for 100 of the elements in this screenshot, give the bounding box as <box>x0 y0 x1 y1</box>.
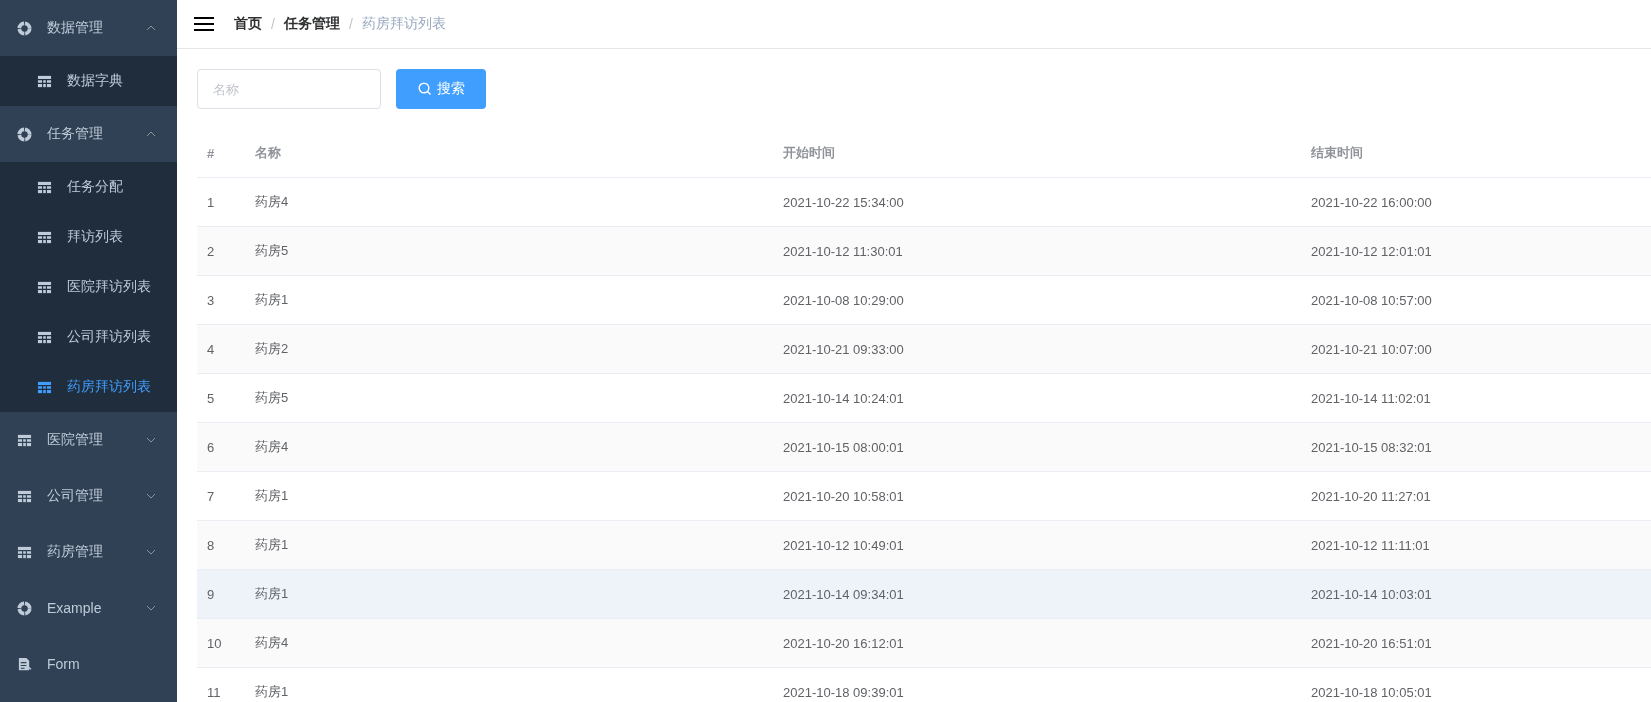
submenu-label: 任务分配 <box>67 178 123 196</box>
table-cell-text: 2021-10-12 11:30:01 <box>782 243 904 259</box>
menu-label: 药房管理 <box>47 543 104 561</box>
table-cell-text: 2021-10-14 10:24:01 <box>782 390 905 406</box>
submenu-item[interactable]: 药房拜访列表 <box>0 362 177 412</box>
table-cell-text: 2021-10-20 11:27:01 <box>1310 488 1432 504</box>
menu-group-item[interactable]: 公司管理 <box>0 468 177 524</box>
table-cell-text: 2021-10-18 09:39:01 <box>782 684 905 700</box>
table-cell-text: 2021-10-12 12:01:01 <box>1310 243 1433 259</box>
table-cell-text: 2021-10-14 10:03:01 <box>1310 586 1433 602</box>
submenu-label: 数据字典 <box>67 72 123 90</box>
menu-label: 任务管理 <box>47 125 104 143</box>
table-cell-text: 4 <box>206 341 216 357</box>
table-cell-text: 药房4 <box>254 438 290 456</box>
grid-icon <box>37 179 52 195</box>
name-input-field[interactable]: 名称 <box>197 69 381 109</box>
table-cell-text: 2021-10-08 10:29:00 <box>782 292 905 308</box>
menu-label: Example <box>47 600 103 616</box>
grid-icon <box>37 73 52 89</box>
table-cell-text: 药房2 <box>254 340 290 358</box>
submenu-item[interactable]: 医院拜访列表 <box>0 262 177 312</box>
ring-icon <box>17 126 32 142</box>
breadcrumb-separator: / <box>348 16 353 32</box>
grid-icon <box>37 379 52 395</box>
menu-group-item[interactable]: Example <box>0 580 177 636</box>
ring-icon <box>17 600 32 616</box>
menu-group-item[interactable]: 任务管理 <box>0 106 177 162</box>
column-header: 名称 <box>254 144 282 162</box>
table-cell-text: 5 <box>206 390 216 406</box>
grid-icon <box>17 488 32 504</box>
table-cell-text: 药房5 <box>254 389 290 407</box>
table-cell-text: 药房5 <box>254 242 290 260</box>
submenu-label: 医院拜访列表 <box>67 278 151 296</box>
column-header: 结束时间 <box>1310 144 1364 162</box>
breadcrumb-item[interactable]: 任务管理 <box>283 15 340 33</box>
table-cell-text: 2021-10-18 10:05:01 <box>1310 684 1433 700</box>
table-cell-text: 药房1 <box>254 683 290 701</box>
table-cell-text: 6 <box>206 439 216 455</box>
breadcrumb-separator: / <box>271 16 275 32</box>
menu-icon[interactable] <box>194 16 214 32</box>
table-cell-text: 药房4 <box>254 634 290 652</box>
submenu-item[interactable]: 数据字典 <box>0 56 177 106</box>
grid-icon <box>37 229 52 245</box>
table-cell-text: 药房1 <box>254 487 290 505</box>
ring-icon <box>17 20 32 36</box>
table-row[interactable]: 10 药房4 2021-10-20 16:12:01 2021-10-20 16:51:01 <box>197 619 1651 668</box>
table-cell-text: 药房1 <box>254 291 290 309</box>
column-header: 开始时间 <box>782 144 836 162</box>
menu-group-item[interactable]: 医院管理 <box>0 412 177 468</box>
column-header: # <box>206 145 216 161</box>
menu-label: Form <box>47 656 81 672</box>
table-row[interactable]: 9 药房1 2021-10-14 09:34:01 2021-10-14 10:03:01 <box>197 570 1651 619</box>
search-icon <box>417 82 432 96</box>
submenu-item[interactable]: 拜访列表 <box>0 212 177 262</box>
table-cell-text: 2021-10-12 10:49:01 <box>782 537 905 553</box>
menu-group-item[interactable]: Form <box>0 636 177 692</box>
table-cell-text: 7 <box>206 488 216 504</box>
table-cell-text: 2021-10-15 08:32:01 <box>1310 439 1433 455</box>
table-cell-text: 药房1 <box>254 536 290 554</box>
table-cell-text: 9 <box>206 586 216 602</box>
table-row[interactable]: 4 药房2 2021-10-21 09:33:00 2021-10-21 10:07:00 <box>197 325 1651 374</box>
table-cell-text: 8 <box>206 537 216 553</box>
table-cell-text: 2021-10-14 09:34:01 <box>782 586 905 602</box>
grid-icon <box>37 279 52 295</box>
submenu-label: 公司拜访列表 <box>67 328 151 346</box>
table-cell-text: 2021-10-21 10:07:00 <box>1310 341 1433 357</box>
table-cell-text: 药房4 <box>254 193 290 211</box>
table-cell-text: 2021-10-12 11:11:01 <box>1310 537 1431 553</box>
grid-icon <box>17 432 32 448</box>
table-row[interactable]: 2 药房5 2021-10-12 11:30:01 2021-10-12 12:01:01 <box>197 227 1651 276</box>
table-row[interactable]: 6 药房4 2021-10-15 08:00:01 2021-10-15 08:32:01 <box>197 423 1651 472</box>
menu-group-item[interactable]: 数据管理 <box>0 0 177 56</box>
table-cell-text: 药房1 <box>254 585 290 603</box>
table-cell-text: 2021-10-15 08:00:01 <box>782 439 905 455</box>
menu-label: 公司管理 <box>47 487 104 505</box>
table-cell-text: 2021-10-22 16:00:00 <box>1310 194 1433 210</box>
menu-label: 数据管理 <box>47 19 104 37</box>
table-cell-text: 2021-10-21 09:33:00 <box>782 341 905 357</box>
table-cell-text: 10 <box>206 635 223 651</box>
table-cell-text: 2021-10-20 16:51:01 <box>1310 635 1433 651</box>
breadcrumb-item[interactable]: 首页 <box>234 15 262 33</box>
table-cell-text: 11 <box>206 684 222 700</box>
table-cell-text: 2 <box>206 243 216 259</box>
table-cell-text: 1 <box>206 194 216 210</box>
table-cell-text: 3 <box>206 292 216 308</box>
table-cell-text: 2021-10-08 10:57:00 <box>1310 292 1433 308</box>
table-cell-text: 2021-10-14 11:02:01 <box>1310 390 1432 406</box>
submenu-item[interactable]: 公司拜访列表 <box>0 312 177 362</box>
grid-icon <box>37 329 52 345</box>
grid-icon <box>17 544 32 560</box>
table-cell-text: 2021-10-20 16:12:01 <box>782 635 905 651</box>
document-icon <box>17 656 32 672</box>
submenu-item[interactable]: 任务分配 <box>0 162 177 212</box>
menu-label: 医院管理 <box>47 431 104 449</box>
breadcrumb-item: 药房拜访列表 <box>361 15 446 33</box>
table-cell-text: 2021-10-20 10:58:01 <box>782 488 905 504</box>
table-row[interactable]: 8 药房1 2021-10-12 10:49:01 2021-10-12 11:11:01 <box>197 521 1651 570</box>
table-cell-text: 2021-10-22 15:34:00 <box>782 194 905 210</box>
submenu-label: 药房拜访列表 <box>67 378 151 396</box>
menu-group-item[interactable]: 药房管理 <box>0 524 177 580</box>
